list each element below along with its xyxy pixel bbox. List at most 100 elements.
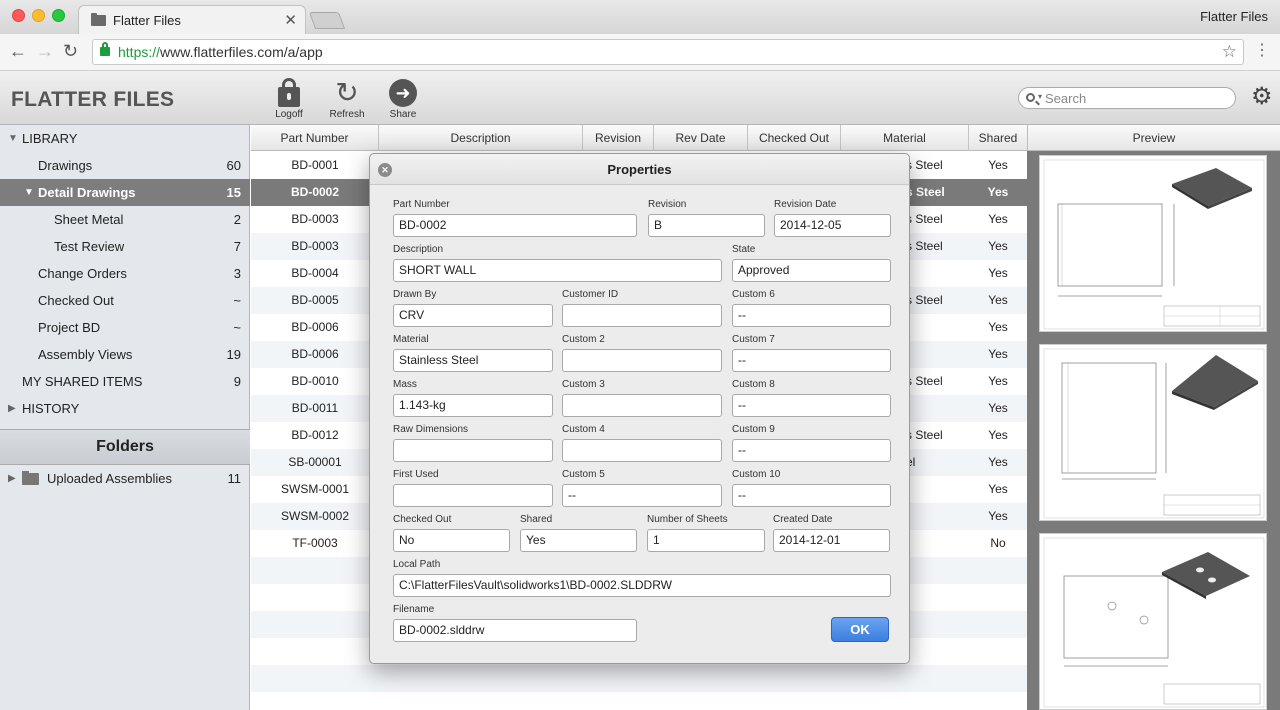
drawn-by-field[interactable]: CRV xyxy=(393,304,553,327)
app-logo: FLATTER FILES xyxy=(11,88,175,111)
sidebar-item-label: MY SHARED ITEMS xyxy=(22,374,143,389)
cell-shared: No xyxy=(990,536,1006,550)
custom5-label: Custom 5 xyxy=(562,469,605,480)
bookmark-star-icon[interactable]: ☆ xyxy=(1222,42,1237,62)
sidebar-item-library[interactable]: ▼ LIBRARY xyxy=(0,125,250,152)
cell-part-number: BD-0006 xyxy=(291,347,339,361)
custom9-field[interactable]: -- xyxy=(732,439,891,462)
custom2-field[interactable] xyxy=(562,349,722,372)
custom7-field[interactable]: -- xyxy=(732,349,891,372)
sidebar-item-drawings[interactable]: Drawings 60 xyxy=(0,152,250,179)
search-box[interactable]: ▾ xyxy=(1018,87,1236,109)
checked-out-field[interactable]: No xyxy=(393,529,510,552)
url-text[interactable]: https://www.flatterfiles.com/a/app xyxy=(118,44,323,60)
address-bar[interactable]: https://www.flatterfiles.com/a/app ☆ xyxy=(92,39,1244,65)
url-host-path: www.flatterfiles.com/a/app xyxy=(160,44,323,60)
search-input[interactable] xyxy=(1045,90,1230,106)
shared-field[interactable]: Yes xyxy=(520,529,637,552)
properties-dialog: Properties ✕ Part Number BD-0002 Revisio… xyxy=(369,153,910,664)
revision-date-field[interactable]: 2014-12-05 xyxy=(774,214,891,237)
forward-arrow-icon[interactable]: → xyxy=(36,41,54,61)
sidebar-item-test-review[interactable]: Test Review 7 xyxy=(0,233,250,260)
search-options-caret-icon[interactable]: ▾ xyxy=(1038,92,1042,101)
logoff-button[interactable]: Logoff xyxy=(274,78,304,120)
custom3-field[interactable] xyxy=(562,394,722,417)
shared-label: Shared xyxy=(520,514,553,525)
back-arrow-icon[interactable]: ← xyxy=(9,41,27,61)
sidebar-item-label: Drawings xyxy=(38,158,93,173)
column-header-revision[interactable]: Revision xyxy=(583,125,654,151)
cell-material: s Steel xyxy=(906,428,943,442)
logoff-label: Logoff xyxy=(275,109,303,120)
raw-dimensions-label: Raw Dimensions xyxy=(393,424,469,435)
number-of-sheets-field[interactable]: 1 xyxy=(647,529,765,552)
expand-triangle-icon[interactable]: ▶ xyxy=(8,465,16,492)
sidebar-item-history[interactable]: ▶ HISTORY xyxy=(0,395,250,422)
sidebar-item-my-shared-items[interactable]: MY SHARED ITEMS 9 xyxy=(0,368,250,395)
custom8-field[interactable]: -- xyxy=(732,394,891,417)
sidebar-item-label: Sheet Metal xyxy=(54,212,124,227)
filename-label: Filename xyxy=(393,604,435,615)
folder-item-label: Uploaded Assemblies xyxy=(47,471,173,486)
local-path-label: Local Path xyxy=(393,559,441,570)
column-header-part-number[interactable]: Part Number xyxy=(251,125,379,151)
column-header-rev-date[interactable]: Rev Date xyxy=(654,125,748,151)
table-row-empty xyxy=(251,665,1027,692)
column-header-shared[interactable]: Shared xyxy=(969,125,1027,151)
sidebar-item-count: 9 xyxy=(233,374,241,389)
column-header-checked-out[interactable]: Checked Out xyxy=(748,125,841,151)
drawing-thumbnail[interactable] xyxy=(1039,344,1267,521)
state-field[interactable]: Approved xyxy=(732,259,891,282)
description-field[interactable]: SHORT WALL xyxy=(393,259,722,282)
revision-field[interactable]: B xyxy=(648,214,765,237)
first-used-field[interactable] xyxy=(393,484,553,507)
filename-field[interactable]: BD-0002.slddrw xyxy=(393,619,637,642)
local-path-field[interactable]: C:\FlatterFilesVault\solidworks1\BD-0002… xyxy=(393,574,891,597)
expand-triangle-icon[interactable]: ▶ xyxy=(8,395,16,422)
new-tab-button[interactable] xyxy=(308,12,346,29)
cell-shared: Yes xyxy=(988,293,1008,307)
custom4-field[interactable] xyxy=(562,439,722,462)
cell-part-number: BD-0010 xyxy=(291,374,339,388)
material-field[interactable]: Stainless Steel xyxy=(393,349,553,372)
drawing-thumbnail[interactable] xyxy=(1039,155,1267,332)
close-icon[interactable]: ✕ xyxy=(378,163,392,177)
expand-triangle-icon[interactable]: ▼ xyxy=(8,125,18,152)
share-button[interactable]: ➜ Share xyxy=(388,79,418,120)
gear-icon[interactable]: ⚙ xyxy=(1251,85,1273,109)
part-number-field[interactable]: BD-0002 xyxy=(393,214,637,237)
window-minimize-button[interactable] xyxy=(32,9,45,22)
browser-tab[interactable]: Flatter Files ✕ xyxy=(78,5,306,34)
column-header-description[interactable]: Description xyxy=(379,125,583,151)
reload-icon[interactable]: ↻ xyxy=(63,41,78,61)
custom10-field[interactable]: -- xyxy=(732,484,891,507)
column-header-material[interactable]: Material xyxy=(841,125,969,151)
customer-id-field[interactable] xyxy=(562,304,722,327)
mass-field[interactable]: 1.143-kg xyxy=(393,394,553,417)
browser-menu-icon[interactable]: ⋮ xyxy=(1254,40,1270,60)
sidebar-item-change-orders[interactable]: Change Orders 3 xyxy=(0,260,250,287)
created-date-field[interactable]: 2014-12-01 xyxy=(773,529,890,552)
folder-item-uploaded-assemblies[interactable]: ▶ Uploaded Assemblies 11 xyxy=(0,465,250,492)
sidebar-item-sheet-metal[interactable]: Sheet Metal 2 xyxy=(0,206,250,233)
tab-close-icon[interactable]: ✕ xyxy=(284,11,297,29)
refresh-button[interactable]: ↻ Refresh xyxy=(328,79,366,121)
sidebar-item-detail-drawings[interactable]: ▼ Detail Drawings 15 xyxy=(0,179,250,206)
expand-triangle-icon[interactable]: ▼ xyxy=(24,179,34,206)
drawing-thumbnail[interactable] xyxy=(1039,533,1267,710)
raw-dimensions-field[interactable] xyxy=(393,439,553,462)
ok-button[interactable]: OK xyxy=(831,617,889,642)
cell-material: s Steel xyxy=(906,158,943,172)
lock-icon xyxy=(100,42,110,56)
sidebar-item-checked-out[interactable]: Checked Out ~ xyxy=(0,287,250,314)
state-label: State xyxy=(732,244,756,255)
window-maximize-button[interactable] xyxy=(52,9,65,22)
custom6-field[interactable]: -- xyxy=(732,304,891,327)
window-close-button[interactable] xyxy=(12,9,25,22)
sidebar-item-label: Assembly Views xyxy=(38,347,133,362)
custom10-label: Custom 10 xyxy=(732,469,781,480)
cell-part-number: SWSM-0002 xyxy=(280,509,350,523)
custom5-field[interactable]: -- xyxy=(562,484,722,507)
sidebar-item-project-bd[interactable]: Project BD ~ xyxy=(0,314,250,341)
sidebar-item-assembly-views[interactable]: Assembly Views 19 xyxy=(0,341,250,368)
